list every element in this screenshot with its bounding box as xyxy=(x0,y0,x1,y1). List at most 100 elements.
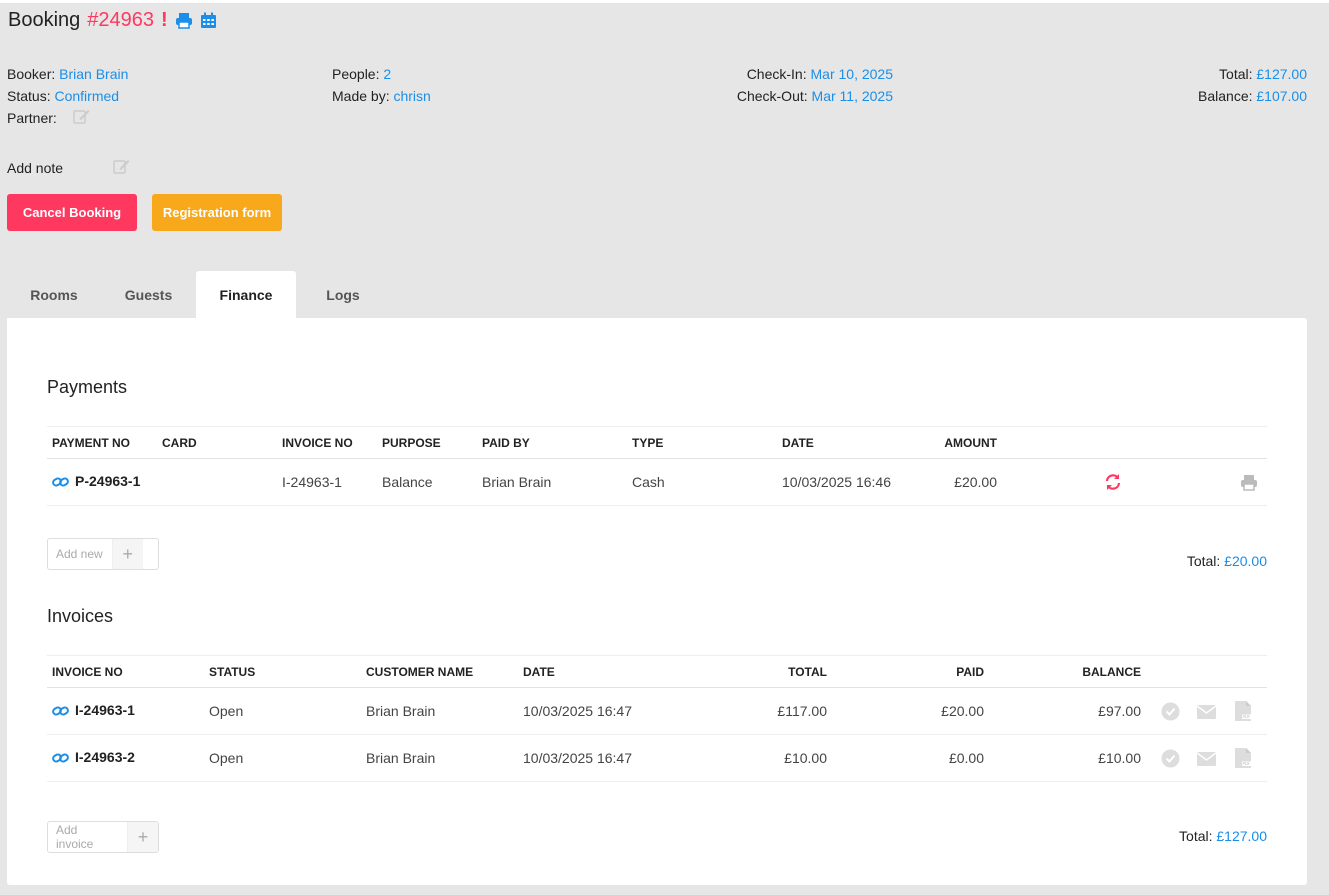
status-link[interactable]: Confirmed xyxy=(54,88,119,104)
col-card: CARD xyxy=(157,426,277,459)
booking-number: #24963 xyxy=(87,9,155,31)
people-label: People: xyxy=(332,66,380,82)
col-invoice-no: INVOICE NO xyxy=(277,426,377,459)
col-balance: BALANCE xyxy=(989,655,1146,688)
plus-icon: + xyxy=(111,539,143,569)
payments-total: Total: £20.00 xyxy=(1187,553,1267,569)
booking-meta-dates: Check-In: Mar 10, 2025 Check-Out: Mar 11… xyxy=(737,63,893,107)
col-total: TOTAL xyxy=(675,655,832,688)
table-row: I-24963-2 Open Brian Brain 10/03/2025 16… xyxy=(47,734,1267,782)
made-by-link[interactable]: chrisn xyxy=(393,88,430,104)
tab-rooms[interactable]: Rooms xyxy=(7,271,101,318)
col-paid: PAID xyxy=(832,655,989,688)
table-row: P-24963-1 I-24963-1 Balance Brian Brain … xyxy=(47,458,1267,506)
made-by-label: Made by: xyxy=(332,88,390,104)
table-row: I-24963-1 Open Brian Brain 10/03/2025 16… xyxy=(47,687,1267,735)
tab-guests[interactable]: Guests xyxy=(101,271,196,318)
invoices-total-value: £127.00 xyxy=(1216,828,1267,844)
balance-cell: £97.00 xyxy=(989,687,1146,735)
print-cell xyxy=(1127,458,1267,506)
col-customer-name: CUSTOMER NAME xyxy=(361,655,518,688)
link-icon xyxy=(52,751,69,767)
finance-panel xyxy=(7,318,1307,885)
check-circle-icon[interactable] xyxy=(1161,749,1180,768)
cancel-booking-button[interactable]: Cancel Booking xyxy=(7,194,137,231)
type-cell: Cash xyxy=(627,458,777,506)
pdf-file-icon[interactable]: PDF xyxy=(1235,701,1251,721)
tab-bar: Rooms Guests Finance Logs xyxy=(7,271,390,318)
pdf-cell: PDF xyxy=(1226,734,1267,782)
booker-link[interactable]: Brian Brain xyxy=(59,66,128,82)
envelope-icon[interactable] xyxy=(1197,705,1216,720)
confirm-cell xyxy=(1146,687,1186,735)
col-invoice-no: INVOICE NO xyxy=(47,655,204,688)
edit-note-icon[interactable] xyxy=(113,158,130,180)
page-title-label: Booking xyxy=(8,9,81,31)
col-confirm-action xyxy=(1146,655,1186,688)
status-cell: Open xyxy=(204,734,361,782)
email-cell xyxy=(1186,687,1226,735)
invoices-total-label: Total: xyxy=(1179,828,1213,844)
total-cell: £117.00 xyxy=(675,687,832,735)
invoice-no-cell[interactable]: I-24963-2 xyxy=(47,734,204,782)
col-print-action xyxy=(1127,426,1267,459)
col-refund-action xyxy=(1002,426,1127,459)
purpose-cell: Balance xyxy=(377,458,477,506)
booker-label: Booker: xyxy=(7,66,56,82)
tab-finance[interactable]: Finance xyxy=(196,271,296,318)
people-link[interactable]: 2 xyxy=(383,66,391,82)
paid-cell: £20.00 xyxy=(832,687,989,735)
page-title: Booking #24963 ! xyxy=(8,9,217,32)
invoice-no-cell[interactable]: I-24963-1 xyxy=(47,687,204,735)
checkin-label: Check-In: xyxy=(746,66,807,82)
confirm-cell xyxy=(1146,734,1186,782)
top-border xyxy=(0,0,1329,3)
checkout-link[interactable]: Mar 11, 2025 xyxy=(812,88,893,104)
checkin-link[interactable]: Mar 10, 2025 xyxy=(811,66,894,82)
col-pdf-action xyxy=(1226,655,1267,688)
edit-partner-icon[interactable] xyxy=(72,108,90,130)
checkout-label: Check-Out: xyxy=(736,88,808,104)
payments-header-row: PAYMENT NO CARD INVOICE NO PURPOSE PAID … xyxy=(47,426,1267,459)
invoices-total: Total: £127.00 xyxy=(1179,828,1267,844)
alert-indicator: ! xyxy=(161,9,168,31)
add-payment-button[interactable]: Add new + xyxy=(47,538,159,570)
link-icon xyxy=(52,704,69,720)
col-status: STATUS xyxy=(204,655,361,688)
total-cell: £10.00 xyxy=(675,734,832,782)
col-date: DATE xyxy=(518,655,675,688)
col-amount: AMOUNT xyxy=(917,426,1002,459)
col-date: DATE xyxy=(777,426,917,459)
balance-cell: £10.00 xyxy=(989,734,1146,782)
pdf-cell: PDF xyxy=(1226,687,1267,735)
customer-cell: Brian Brain xyxy=(361,687,518,735)
refresh-icon[interactable] xyxy=(1104,473,1122,491)
envelope-icon[interactable] xyxy=(1197,752,1216,767)
svg-text:PDF: PDF xyxy=(1243,714,1251,719)
balance-label: Balance: xyxy=(1198,88,1253,104)
col-email-action xyxy=(1186,655,1226,688)
tab-logs[interactable]: Logs xyxy=(296,271,390,318)
card-cell xyxy=(157,458,277,506)
add-payment-label: Add new xyxy=(56,547,103,561)
registration-form-button[interactable]: Registration form xyxy=(152,194,282,231)
calendar-icon[interactable] xyxy=(200,12,217,29)
invoice-no-text: I-24963-2 xyxy=(75,749,135,766)
col-payment-no: PAYMENT NO xyxy=(47,426,157,459)
add-note-label: Add note xyxy=(7,160,64,176)
col-type: TYPE xyxy=(627,426,777,459)
refund-cell xyxy=(1002,458,1127,506)
customer-cell: Brian Brain xyxy=(361,734,518,782)
pdf-file-icon[interactable]: PDF xyxy=(1235,748,1251,768)
col-paid-by: PAID BY xyxy=(477,426,627,459)
total-value: £127.00 xyxy=(1256,66,1307,82)
add-note-row: Add note xyxy=(7,157,130,180)
payment-no-cell[interactable]: P-24963-1 xyxy=(47,458,157,506)
invoices-table: INVOICE NO STATUS CUSTOMER NAME DATE TOT… xyxy=(47,655,1267,782)
add-invoice-button[interactable]: Add invoice + xyxy=(47,821,159,853)
print-icon[interactable] xyxy=(1240,474,1258,491)
check-circle-icon[interactable] xyxy=(1161,702,1180,721)
print-icon[interactable] xyxy=(175,12,193,29)
col-purpose: PURPOSE xyxy=(377,426,477,459)
invoices-header-row: INVOICE NO STATUS CUSTOMER NAME DATE TOT… xyxy=(47,655,1267,688)
